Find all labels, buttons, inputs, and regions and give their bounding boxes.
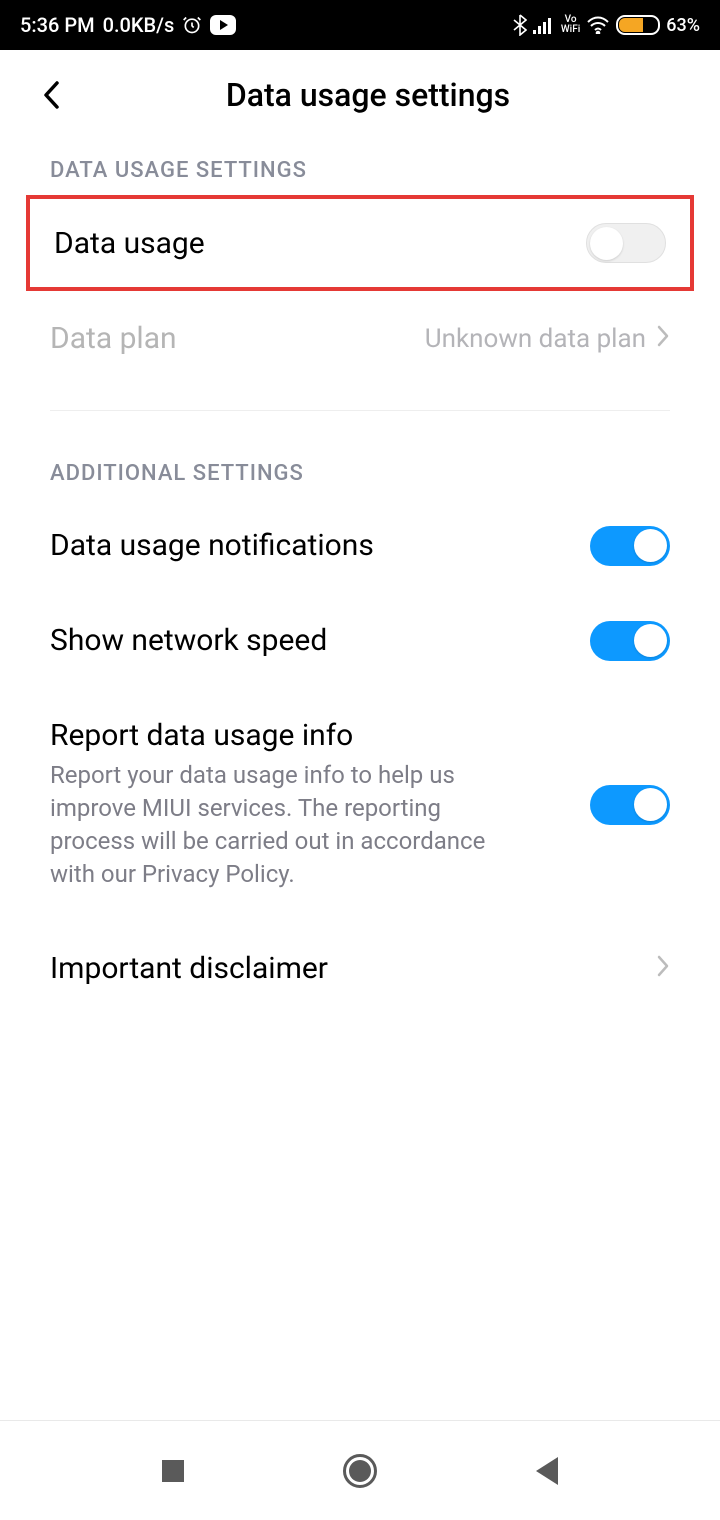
divider: [50, 410, 670, 411]
row-report-usage[interactable]: Report data usage info Report your data …: [0, 688, 720, 921]
section-additional-header: ADDITIONAL SETTINGS: [0, 443, 720, 498]
toggle-network-speed[interactable]: [590, 621, 670, 661]
status-bar: 5:36 PM 0.0KB/s VoWiFi 63%: [0, 0, 720, 50]
youtube-icon: [210, 15, 236, 35]
alarm-icon: [182, 15, 202, 35]
row-label: Show network speed: [50, 623, 590, 658]
chevron-right-icon: [656, 952, 670, 985]
toggle-data-usage[interactable]: [586, 223, 666, 263]
signal-icon: [533, 16, 555, 34]
battery-percent: 63%: [666, 15, 700, 36]
row-disclaimer[interactable]: Important disclaimer: [0, 921, 720, 1016]
app-header: Data usage settings: [0, 50, 720, 140]
status-time: 5:36 PM: [20, 13, 95, 37]
nav-back-button[interactable]: [517, 1441, 577, 1501]
navigation-bar: [0, 1420, 720, 1520]
row-subtitle: Report your data usage info to help us i…: [50, 759, 530, 891]
vowifi-icon: VoWiFi: [561, 15, 580, 35]
bluetooth-icon: [513, 14, 527, 36]
battery-icon: [616, 15, 660, 35]
toggle-report-usage[interactable]: [590, 785, 670, 825]
nav-recent-button[interactable]: [143, 1441, 203, 1501]
row-label: Report data usage info: [50, 718, 590, 753]
wifi-icon: [586, 16, 610, 34]
row-label: Data plan: [50, 321, 425, 356]
row-label: Data usage notifications: [50, 528, 590, 563]
toggle-notifications[interactable]: [590, 526, 670, 566]
row-data-usage[interactable]: Data usage: [26, 195, 694, 291]
nav-home-button[interactable]: [330, 1441, 390, 1501]
page-title: Data usage settings: [36, 76, 700, 114]
row-notifications[interactable]: Data usage notifications: [0, 498, 720, 593]
row-value: Unknown data plan: [425, 324, 646, 354]
status-netspeed: 0.0KB/s: [103, 13, 175, 37]
row-label: Important disclaimer: [50, 951, 656, 986]
row-data-plan[interactable]: Data plan Unknown data plan: [0, 291, 720, 386]
row-network-speed[interactable]: Show network speed: [0, 593, 720, 688]
section-data-usage-header: DATA USAGE SETTINGS: [0, 140, 720, 195]
chevron-right-icon: [656, 322, 670, 355]
row-label: Data usage: [54, 226, 586, 261]
